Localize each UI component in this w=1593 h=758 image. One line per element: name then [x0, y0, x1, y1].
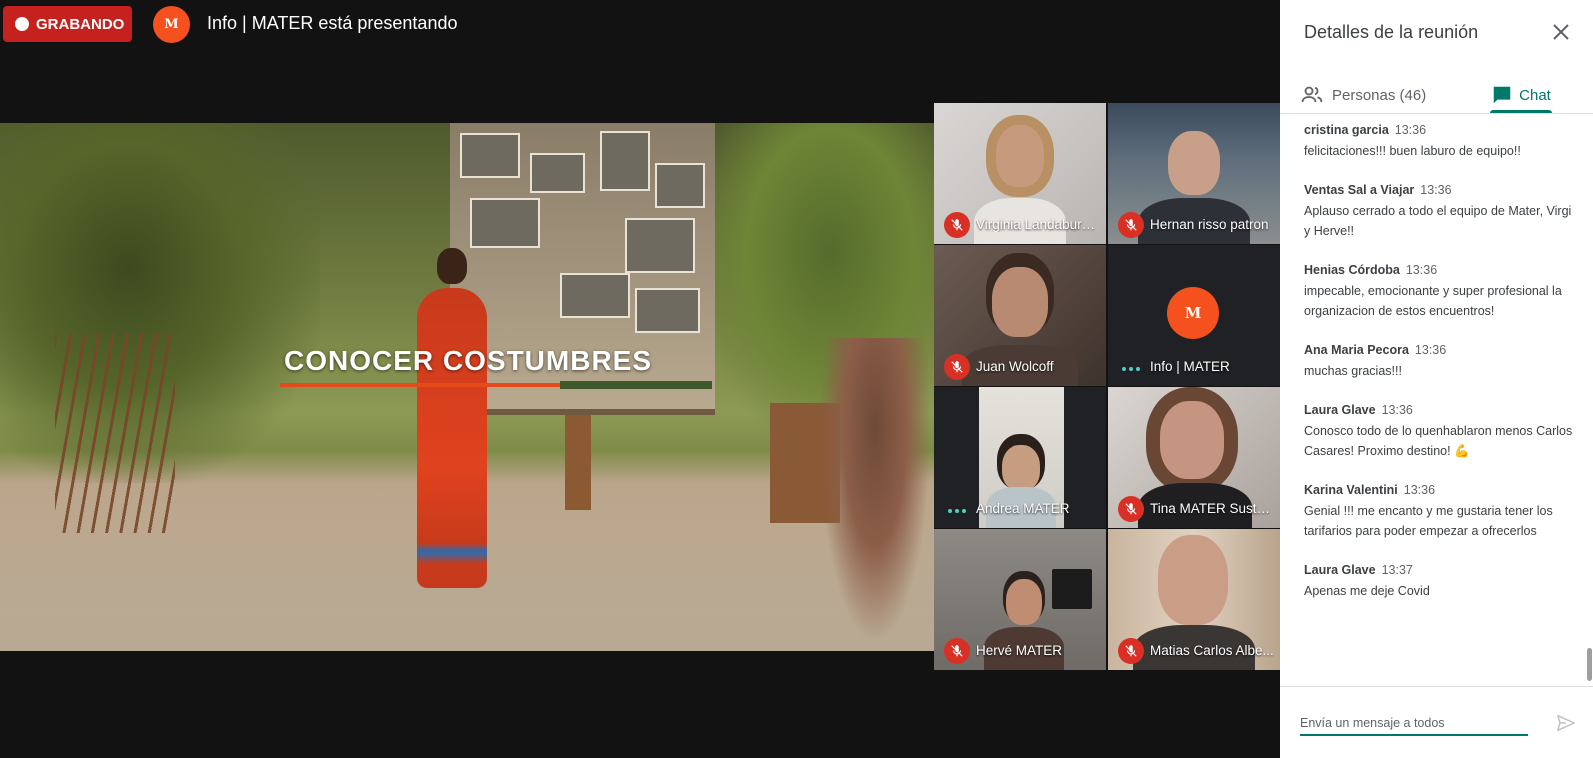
participant-name: Tina MATER Suste...: [1150, 501, 1274, 516]
presenter-avatar: M: [153, 6, 190, 43]
chat-message: Ventas Sal a Viajar 13:36 Aplauso cerrado…: [1304, 182, 1574, 241]
message-text: felicitaciones!!! buen laburo de equipo!…: [1304, 144, 1521, 158]
mic-off-icon: [1118, 212, 1144, 238]
mic-off-icon: [944, 638, 970, 664]
participant-name: Andrea MATER: [976, 501, 1070, 516]
message-time: 13:36: [1381, 403, 1413, 417]
video-scenery: [820, 338, 930, 638]
participant-name: Hervé MATER: [976, 643, 1063, 658]
tab-people-label: Personas (46): [1332, 86, 1427, 104]
message-sender: cristina garcia: [1304, 123, 1389, 137]
recording-label: GRABANDO: [36, 15, 125, 33]
participant-tile[interactable]: Virginia Landaburu-Che...: [934, 103, 1106, 244]
mic-off-icon: [944, 212, 970, 238]
message-text: Conosco todo de lo quenhablaron menos Ca…: [1304, 424, 1573, 458]
caption-decoration: [560, 381, 712, 389]
participant-tile[interactable]: Tina MATER Suste...: [1108, 387, 1280, 528]
divider: [1280, 113, 1593, 114]
chat-message-input[interactable]: [1300, 712, 1528, 736]
meeting-area: GRABANDO M Info | MATER está presentando: [0, 0, 1280, 758]
chat-message: Henias Córdoba 13:36 impecable, emocionan…: [1304, 262, 1574, 321]
participant-name: Hernan risso patron: [1150, 217, 1269, 232]
presentation-video[interactable]: CONOCER COSTUMBRES: [0, 123, 934, 651]
message-time: 13:36: [1405, 263, 1438, 277]
caption-underline: [280, 383, 560, 387]
chat-message: cristina garcia 13:36 felicitaciones!!! b…: [1304, 122, 1574, 161]
chat-message: Laura Glave 13:37 Apenas me deje Covid: [1304, 562, 1574, 601]
message-time: 13:36: [1414, 343, 1447, 357]
video-scenery: [55, 333, 175, 533]
close-icon: [1553, 24, 1569, 40]
tab-people[interactable]: Personas (46): [1300, 75, 1426, 115]
chat-message: Karina Valentini 13:36 Genial !!! me enca…: [1304, 482, 1574, 541]
participant-name: Virginia Landaburu-Che...: [976, 217, 1100, 232]
participant-tile[interactable]: M Info | MATER: [1108, 245, 1280, 386]
chat-message: Ana Maria Pecora 13:36 muchas gracias!!!: [1304, 342, 1574, 381]
panel-title: Detalles de la reunión: [1304, 22, 1479, 42]
participant-name: Matias Carlos Albe...: [1150, 643, 1274, 658]
people-icon: [1301, 86, 1323, 103]
message-sender: Laura Glave: [1304, 563, 1376, 577]
video-speaker: [405, 248, 495, 598]
message-time: 13:36: [1420, 183, 1452, 197]
participant-tile[interactable]: Andrea MATER: [934, 387, 1106, 528]
message-text: impecable, emocionante y super profesion…: [1304, 284, 1562, 318]
message-sender: Ana Maria Pecora: [1304, 343, 1409, 357]
message-sender: Laura Glave: [1304, 403, 1376, 417]
mic-off-icon: [1118, 496, 1144, 522]
speaking-indicator-icon: [948, 509, 966, 513]
participant-tile[interactable]: Hervé MATER: [934, 529, 1106, 670]
record-dot-icon: [15, 17, 29, 31]
message-sender: Henias Córdoba: [1304, 263, 1400, 277]
message-time: 13:36: [1394, 123, 1427, 137]
send-icon: [1557, 714, 1575, 732]
participant-name: Info | MATER: [1150, 359, 1230, 374]
message-text: Apenas me deje Covid: [1304, 584, 1430, 598]
chat-scrollbar[interactable]: [1587, 648, 1592, 681]
participant-tile[interactable]: Hernan risso patron: [1108, 103, 1280, 244]
mic-off-icon: [944, 354, 970, 380]
send-message-button[interactable]: [1555, 712, 1577, 734]
speaking-indicator-icon: [1122, 367, 1140, 371]
meet-window: GRABANDO M Info | MATER está presentando: [0, 0, 1593, 758]
chat-message: Laura Glave 13:36 Conosco todo de lo quen…: [1304, 402, 1574, 461]
meeting-details-panel: Detalles de la reunión Personas (46) Cha…: [1280, 0, 1593, 758]
participant-grid: Virginia Landaburu-Che... Hernan risso p…: [934, 103, 1280, 671]
presenter-status: Info | MATER está presentando: [207, 13, 458, 33]
message-time: 13:36: [1403, 483, 1436, 497]
message-sender: Karina Valentini: [1304, 483, 1398, 497]
close-panel-button[interactable]: [1549, 20, 1573, 44]
tab-chat-label: Chat: [1519, 86, 1551, 104]
message-text: muchas gracias!!!: [1304, 364, 1402, 378]
video-scenery: [565, 415, 591, 510]
message-sender: Ventas Sal a Viajar: [1304, 183, 1415, 197]
message-time: 13:37: [1381, 563, 1413, 577]
video-caption: CONOCER COSTUMBRES: [284, 345, 653, 376]
chat-icon: [1493, 86, 1511, 104]
participant-tile[interactable]: Matias Carlos Albe...: [1108, 529, 1280, 670]
participant-name: Juan Wolcoff: [976, 359, 1054, 374]
participant-avatar: M: [1167, 287, 1219, 339]
recording-badge: GRABANDO: [3, 6, 132, 42]
participant-tile[interactable]: Juan Wolcoff: [934, 245, 1106, 386]
message-text: Aplauso cerrado a todo el equipo de Mate…: [1304, 204, 1572, 238]
tab-chat[interactable]: Chat: [1486, 75, 1556, 115]
mic-off-icon: [1118, 638, 1144, 664]
divider: [1280, 686, 1593, 687]
message-text: Genial !!! me encanto y me gustaria tene…: [1304, 504, 1553, 538]
chat-message-list[interactable]: cristina garcia 13:36 felicitaciones!!! b…: [1304, 122, 1574, 682]
